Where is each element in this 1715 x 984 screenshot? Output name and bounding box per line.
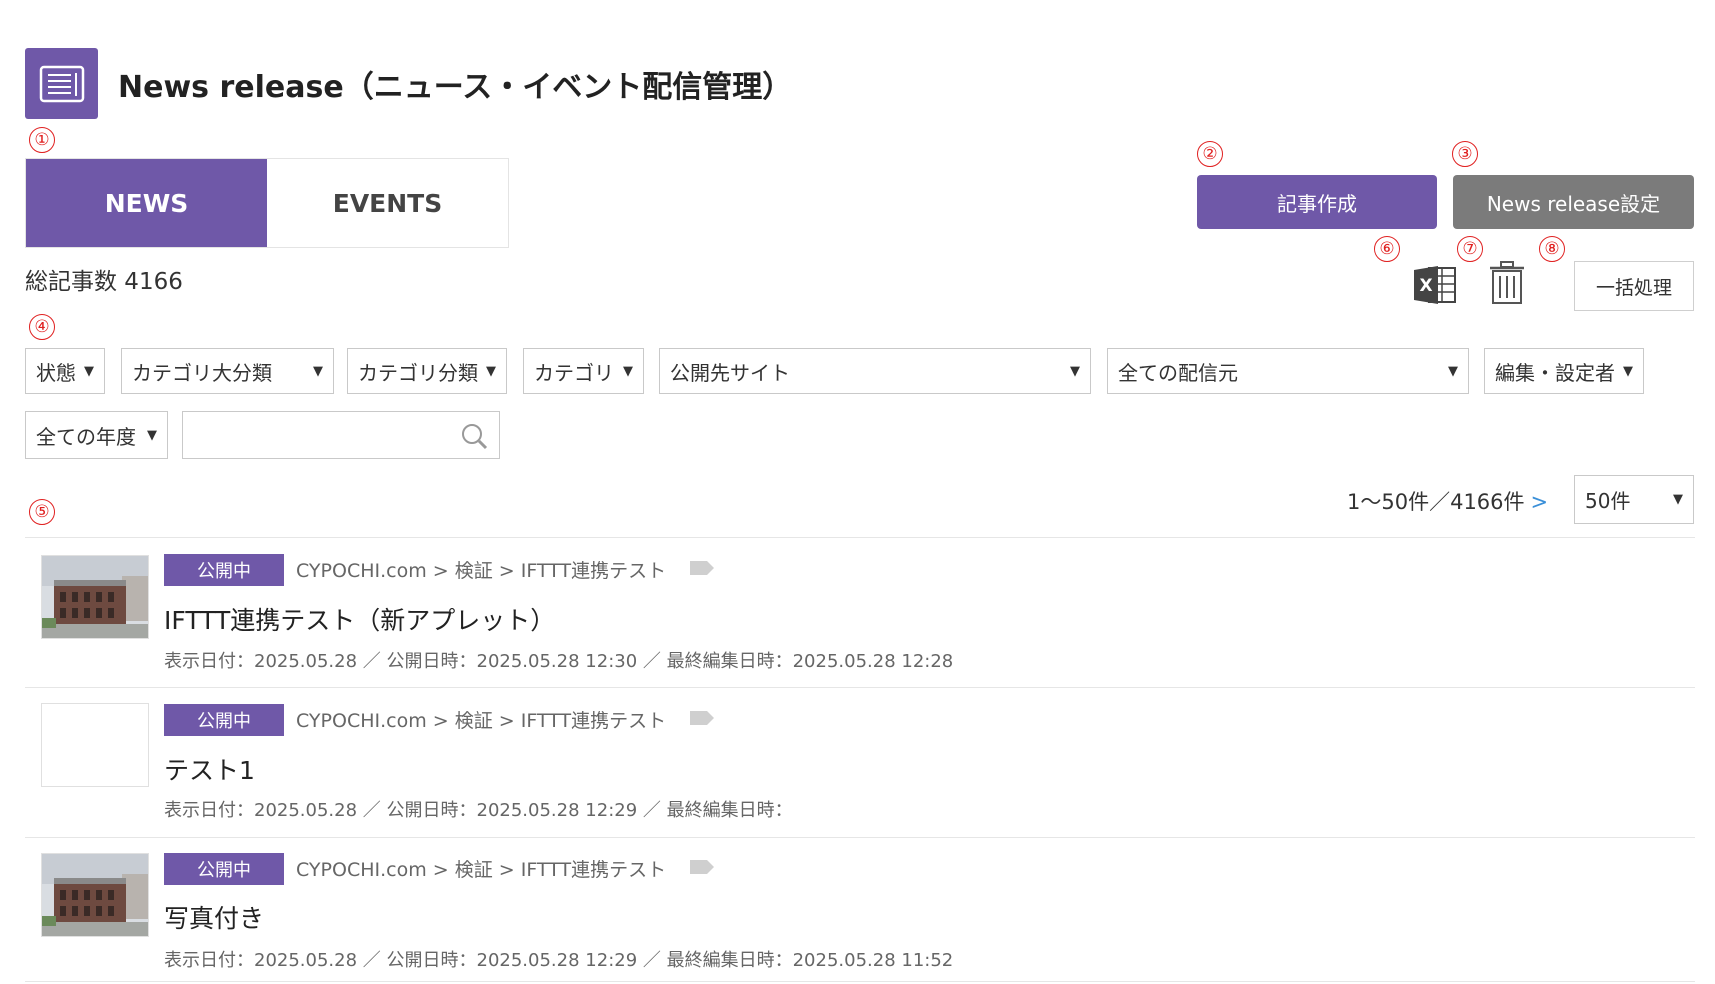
status-badge: 公開中 <box>164 853 284 885</box>
annotation-marker-2: ② <box>1197 141 1223 167</box>
list-divider <box>25 537 1695 538</box>
major-category-filter[interactable]: カテゴリ大分類 ▼ <box>121 348 334 394</box>
tab-events[interactable]: EVENTS <box>267 159 508 247</box>
annotation-marker-6: ⑥ <box>1374 236 1400 262</box>
pagination-range: 1〜50件／4166件 > <box>1347 486 1548 516</box>
editor-filter[interactable]: 編集・設定者 ▼ <box>1484 348 1644 394</box>
article-breadcrumb: CYPOCHI.com > 検証 > IFTTT連携テスト <box>296 710 667 732</box>
tag-icon[interactable] <box>690 859 714 878</box>
major-category-filter-value: カテゴリ大分類 <box>132 360 272 385</box>
article-thumbnail-empty[interactable] <box>41 703 149 787</box>
dropdown-arrow-icon: ▼ <box>486 363 496 379</box>
dropdown-arrow-icon: ▼ <box>1448 363 1458 379</box>
article-meta: 表示日付：2025.05.28 ／ 公開日時：2025.05.28 12:30 … <box>164 651 954 672</box>
publish-site-filter[interactable]: 公開先サイト ▼ <box>659 348 1091 394</box>
search-field[interactable] <box>182 411 500 459</box>
dropdown-arrow-icon: ▼ <box>147 427 157 443</box>
tag-icon[interactable] <box>690 560 714 579</box>
article-title[interactable]: 写真付き <box>164 899 264 935</box>
year-filter-value: 全ての年度 <box>36 424 136 449</box>
source-filter-value: 全ての配信元 <box>1118 360 1238 385</box>
per-page-value: 50件 <box>1585 489 1631 513</box>
news-release-settings-button[interactable]: News release設定 <box>1453 175 1694 229</box>
tab-bar: NEWS EVENTS <box>25 158 509 248</box>
news-release-icon <box>25 48 98 119</box>
editor-filter-value: 編集・設定者 <box>1495 360 1615 385</box>
annotation-marker-8: ⑧ <box>1539 236 1565 262</box>
annotation-marker-7: ⑦ <box>1457 236 1483 262</box>
status-badge: 公開中 <box>164 704 284 736</box>
article-meta: 表示日付：2025.05.28 ／ 公開日時：2025.05.28 12:29 … <box>164 800 793 821</box>
article-title[interactable]: テスト1 <box>164 751 255 787</box>
source-filter[interactable]: 全ての配信元 ▼ <box>1107 348 1469 394</box>
pagination-range-text: 1〜50件／4166件 <box>1347 490 1525 514</box>
excel-export-icon[interactable]: X <box>1412 262 1458 308</box>
annotation-marker-4: ④ <box>29 314 55 340</box>
dropdown-arrow-icon: ▼ <box>313 363 323 379</box>
tab-news[interactable]: NEWS <box>26 159 267 247</box>
dropdown-arrow-icon: ▼ <box>1623 363 1633 379</box>
article-title[interactable]: IFTTT連携テスト（新アプレット） <box>164 601 555 637</box>
search-input[interactable] <box>191 412 455 458</box>
category-filter-value: カテゴリ <box>534 360 614 385</box>
dropdown-arrow-icon: ▼ <box>1673 492 1683 507</box>
list-divider <box>25 981 1695 982</box>
dropdown-arrow-icon: ▼ <box>1070 363 1080 379</box>
bulk-action-button[interactable]: 一括処理 <box>1574 261 1694 311</box>
category-class-filter-value: カテゴリ分類 <box>358 360 478 385</box>
annotation-marker-5: ⑤ <box>29 499 55 525</box>
article-meta: 表示日付：2025.05.28 ／ 公開日時：2025.05.28 12:29 … <box>164 950 954 971</box>
dropdown-arrow-icon: ▼ <box>623 363 633 379</box>
year-filter[interactable]: 全ての年度 ▼ <box>25 411 168 459</box>
status-badge: 公開中 <box>164 554 284 586</box>
article-thumbnail[interactable] <box>41 853 149 937</box>
list-divider <box>25 837 1695 838</box>
total-article-count: 総記事数 4166 <box>25 269 183 295</box>
article-breadcrumb: CYPOCHI.com > 検証 > IFTTT連携テスト <box>296 859 667 881</box>
list-divider <box>25 687 1695 688</box>
annotation-marker-3: ③ <box>1452 141 1478 167</box>
category-class-filter[interactable]: カテゴリ分類 ▼ <box>347 348 507 394</box>
publish-site-filter-value: 公開先サイト <box>670 360 790 385</box>
svg-text:X: X <box>1419 276 1432 296</box>
article-thumbnail[interactable] <box>41 555 149 639</box>
dropdown-arrow-icon: ▼ <box>84 363 94 379</box>
status-filter-value: 状態 <box>36 360 76 385</box>
status-filter[interactable]: 状態 ▼ <box>25 348 105 394</box>
trash-icon[interactable] <box>1487 260 1527 306</box>
category-filter[interactable]: カテゴリ ▼ <box>523 348 644 394</box>
create-article-button[interactable]: 記事作成 <box>1197 175 1437 229</box>
page-title: News release（ニュース・イベント配信管理） <box>118 70 793 105</box>
per-page-select[interactable]: 50件 ▼ <box>1574 475 1694 524</box>
tag-icon[interactable] <box>690 710 714 729</box>
search-icon[interactable] <box>461 423 489 455</box>
next-page-link[interactable]: > <box>1531 490 1549 514</box>
article-breadcrumb: CYPOCHI.com > 検証 > IFTTT連携テスト <box>296 560 667 582</box>
annotation-marker-1: ① <box>29 127 55 153</box>
